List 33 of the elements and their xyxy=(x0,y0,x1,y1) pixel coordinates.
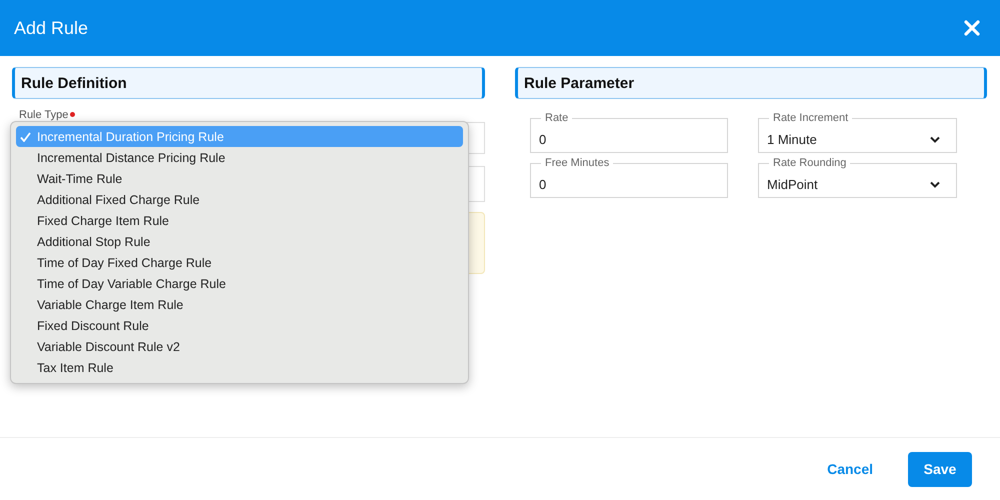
dropdown-option[interactable]: Variable Discount Rule v2 xyxy=(16,336,463,357)
field-label: Rule Type xyxy=(19,108,68,120)
section-heading: Rule Parameter xyxy=(515,67,987,99)
field-value: 0 xyxy=(539,177,546,192)
field-label: Rate Rounding xyxy=(772,157,848,169)
dropdown-option[interactable]: Time of Day Variable Charge Rule xyxy=(16,273,463,294)
field-value: 1 Minute xyxy=(767,132,817,147)
close-icon[interactable] xyxy=(964,20,980,36)
cancel-button[interactable]: Cancel xyxy=(827,461,873,477)
dropdown-option[interactable]: Additional Fixed Charge Rule xyxy=(16,189,463,210)
field-label: Rate xyxy=(544,112,570,124)
field-value: MidPoint xyxy=(767,177,818,192)
chevron-down-icon xyxy=(930,181,940,188)
dropdown-option[interactable]: Time of Day Fixed Charge Rule xyxy=(16,252,463,273)
select-field[interactable]: Rate Rounding MidPoint xyxy=(758,157,957,198)
dialog-title: Add Rule xyxy=(14,18,88,38)
checkmark-icon xyxy=(20,132,31,142)
field-label: Rate Increment xyxy=(772,112,850,124)
dropdown-option[interactable]: Variable Charge Item Rule xyxy=(16,294,463,315)
dropdown-option[interactable]: Fixed Charge Item Rule xyxy=(16,210,463,231)
chevron-down-icon xyxy=(930,136,940,143)
section-heading: Rule Definition xyxy=(12,67,485,99)
field-label: Free Minutes xyxy=(544,157,610,169)
dropdown-option[interactable]: Fixed Discount Rule xyxy=(16,315,463,336)
dropdown-option[interactable]: Tax Item Rule xyxy=(16,357,463,378)
input-field[interactable]: Rate 0 xyxy=(530,112,728,153)
dropdown-option[interactable]: Incremental Distance Pricing Rule xyxy=(16,147,463,168)
dropdown-option[interactable]: Additional Stop Rule xyxy=(16,231,463,252)
dropdown-option[interactable]: Wait-Time Rule xyxy=(16,168,463,189)
input-field[interactable]: Free Minutes 0 xyxy=(530,157,728,198)
save-button[interactable]: Save xyxy=(908,452,972,486)
field-value: 0 xyxy=(539,132,546,147)
select-field[interactable]: Rate Increment 1 Minute xyxy=(758,112,957,153)
